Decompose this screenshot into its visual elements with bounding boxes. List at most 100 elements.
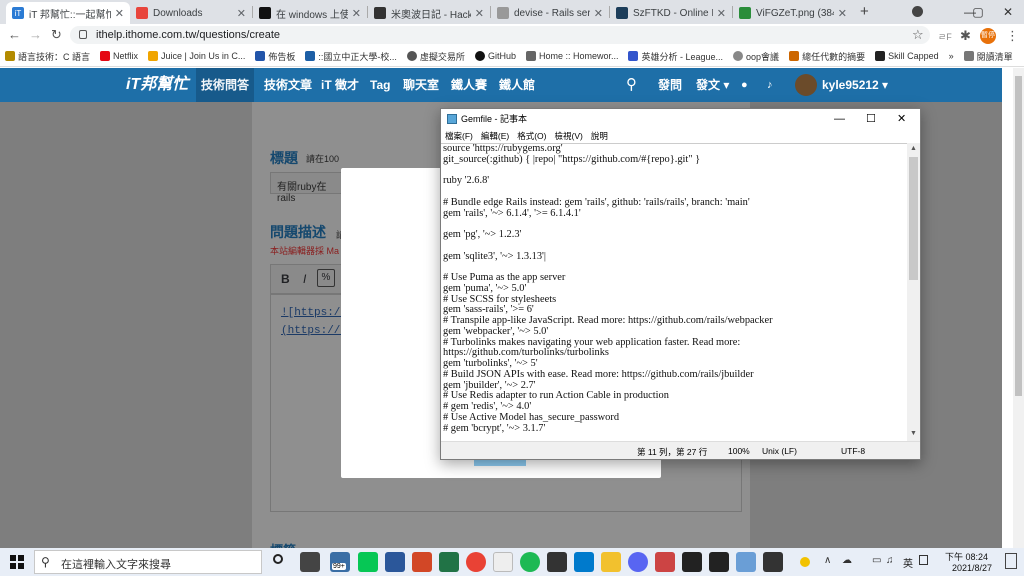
typora-icon[interactable] bbox=[493, 552, 513, 572]
user-avatar[interactable] bbox=[795, 74, 817, 96]
menu-file[interactable]: 檔案(F) bbox=[441, 130, 477, 142]
italic-icon[interactable]: I bbox=[303, 272, 306, 286]
bell-icon[interactable]: ♪ bbox=[767, 68, 773, 102]
reading-list[interactable]: 閱讀清單 bbox=[959, 50, 1018, 63]
chat-bubble-icon[interactable]: ● bbox=[741, 68, 748, 102]
reload-icon[interactable]: ↻ bbox=[51, 27, 62, 43]
weather-icon[interactable] bbox=[800, 557, 810, 567]
bookmark-item[interactable]: Netflix bbox=[95, 51, 143, 61]
site-logo[interactable]: iT邦幫忙 bbox=[126, 68, 188, 102]
tray-chevron-icon[interactable]: ∧ bbox=[824, 555, 831, 566]
news-icon[interactable]: 99+ bbox=[330, 552, 350, 572]
line-icon[interactable] bbox=[358, 552, 378, 572]
bookmark-star-icon[interactable]: ☆ bbox=[912, 27, 924, 43]
search-icon[interactable]: ⚲ bbox=[626, 68, 637, 102]
bookmark-item[interactable]: oop會議 bbox=[728, 50, 784, 63]
menu-format[interactable]: 格式(O) bbox=[513, 130, 550, 142]
notification-icon[interactable] bbox=[919, 555, 928, 565]
clock-time[interactable]: 下午 08:24 bbox=[942, 550, 988, 563]
close-icon[interactable]: ✕ bbox=[475, 7, 484, 20]
minimize-icon[interactable]: — bbox=[834, 109, 845, 129]
page-scrollbar[interactable] bbox=[1013, 68, 1024, 548]
volume-icon[interactable]: ♫ bbox=[886, 555, 894, 566]
excel-icon[interactable] bbox=[439, 552, 459, 572]
bookmark-item[interactable]: 英雄分析 - League... bbox=[623, 50, 728, 63]
cortana-icon[interactable] bbox=[273, 554, 283, 564]
close-icon[interactable]: ✕ bbox=[352, 7, 361, 20]
tab-search-icon[interactable] bbox=[912, 6, 923, 17]
tab-ithelp[interactable]: iT iT 邦幫忙::一起幫忙解決難 ✕ bbox=[6, 2, 130, 24]
back-icon[interactable]: ← bbox=[8, 27, 21, 42]
tab-hackmd[interactable]: 米奧波日記 - HackMD ✕ bbox=[368, 2, 490, 24]
media-icon[interactable] bbox=[709, 552, 729, 572]
nav-qa[interactable]: 技術問答 bbox=[196, 68, 254, 102]
notepad-scrollbar[interactable]: ▲ ▼ bbox=[907, 143, 920, 441]
notepad-taskbar-icon[interactable] bbox=[736, 552, 756, 572]
bookmark-item[interactable]: Juice | Join Us in C... bbox=[143, 51, 250, 61]
bookmark-item[interactable]: 佈告板 bbox=[250, 50, 300, 63]
scrollbar-thumb[interactable] bbox=[1015, 76, 1022, 396]
tab-image[interactable]: ViFGZeT.png (3840× ✕ bbox=[733, 2, 853, 24]
bookmark-item[interactable]: Skill Capped bbox=[870, 51, 944, 61]
nav-articles[interactable]: 技術文章 bbox=[264, 68, 312, 102]
maximize-icon[interactable]: ☐ bbox=[866, 109, 876, 129]
vscode-icon[interactable] bbox=[574, 552, 594, 572]
nav-ironman[interactable]: 鐵人賽 bbox=[451, 68, 487, 102]
taskbar-search[interactable]: ⚲ 在這裡輸入文字來搜尋 bbox=[34, 550, 262, 574]
bold-icon[interactable]: B bbox=[281, 272, 290, 286]
new-tab-button[interactable]: + bbox=[860, 3, 869, 20]
close-icon[interactable]: ✕ bbox=[237, 7, 246, 20]
address-bar[interactable]: ithelp.ithome.com.tw/questions/create ☆ bbox=[70, 26, 930, 44]
menu-kebab-icon[interactable]: ⋮ bbox=[1006, 28, 1019, 44]
bookmark-item[interactable]: 總任代數的摘要 bbox=[784, 50, 870, 63]
scroll-down-icon[interactable]: ▼ bbox=[910, 430, 917, 437]
network-icon[interactable]: ▭ bbox=[872, 555, 881, 566]
scroll-up-icon[interactable]: ▲ bbox=[910, 145, 917, 152]
bookmarks-more[interactable]: » bbox=[944, 51, 959, 61]
profile-avatar[interactable]: 暫停 bbox=[980, 28, 996, 44]
close-icon[interactable]: ✕ bbox=[115, 7, 124, 20]
task-view-icon[interactable] bbox=[300, 552, 320, 572]
app-icon[interactable] bbox=[655, 552, 675, 572]
username-menu[interactable]: kyle95212 ▾ bbox=[822, 68, 888, 102]
powerpoint-icon[interactable] bbox=[412, 552, 432, 572]
word-icon[interactable] bbox=[385, 552, 405, 572]
tab-devise[interactable]: devise - Rails server st ✕ bbox=[491, 2, 609, 24]
bookmark-item[interactable]: Home :: Homewor... bbox=[521, 51, 624, 61]
files-icon[interactable] bbox=[601, 552, 621, 572]
close-icon[interactable]: ✕ bbox=[897, 109, 906, 129]
link-icon[interactable]: % bbox=[317, 269, 335, 287]
terminal-icon[interactable] bbox=[682, 552, 702, 572]
extensions-puzzle-icon[interactable]: ✱ bbox=[960, 28, 971, 44]
nav-ask[interactable]: 發問 bbox=[658, 68, 682, 102]
clock-date[interactable]: 2021/8/27 bbox=[942, 563, 992, 573]
bookmark-item[interactable]: ::國立中正大學-校... bbox=[300, 50, 402, 63]
nav-jobs[interactable]: iT 徵才 bbox=[321, 68, 359, 102]
tab-windows-rails[interactable]: 在 windows 上使用 rails ✕ bbox=[253, 2, 367, 24]
close-window-icon[interactable]: ✕ bbox=[990, 0, 1024, 24]
title-input[interactable]: 有關ruby在rails bbox=[270, 172, 350, 204]
nav-post[interactable]: 發文 ▾ bbox=[696, 68, 729, 102]
onedrive-icon[interactable]: ☁ bbox=[842, 555, 852, 566]
bookmark-item[interactable]: 語言技術：C 語言 bbox=[0, 50, 95, 63]
forward-icon[interactable]: → bbox=[29, 27, 42, 42]
spotify-icon[interactable] bbox=[520, 552, 540, 572]
chrome-icon[interactable] bbox=[466, 552, 486, 572]
extension-icon[interactable]: ㄹF bbox=[938, 30, 952, 43]
tab-downloads[interactable]: Downloads ✕ bbox=[130, 2, 252, 24]
menu-help[interactable]: 說明 bbox=[587, 130, 612, 142]
bookmark-item[interactable]: GitHub bbox=[470, 51, 521, 61]
close-icon[interactable]: ✕ bbox=[594, 7, 603, 20]
bookmark-item[interactable]: 虛擬交易所 bbox=[402, 50, 470, 63]
url-text[interactable]: ithelp.ithome.com.tw/questions/create bbox=[96, 29, 280, 41]
nav-tag[interactable]: Tag bbox=[370, 68, 390, 102]
store-icon[interactable] bbox=[547, 552, 567, 572]
app3-icon[interactable] bbox=[763, 552, 783, 572]
close-icon[interactable]: ✕ bbox=[838, 7, 847, 20]
notepad-text-area[interactable]: source 'https://rubygems.org' git_source… bbox=[441, 143, 907, 441]
windows-start-icon[interactable] bbox=[10, 555, 24, 569]
nav-chat[interactable]: 聊天室 bbox=[403, 68, 439, 102]
tab-online-ide[interactable]: SzFTKD - Online IDE ✕ bbox=[610, 2, 732, 24]
ime-indicator[interactable]: 英 bbox=[903, 555, 913, 570]
scrollbar-thumb[interactable] bbox=[909, 157, 918, 280]
